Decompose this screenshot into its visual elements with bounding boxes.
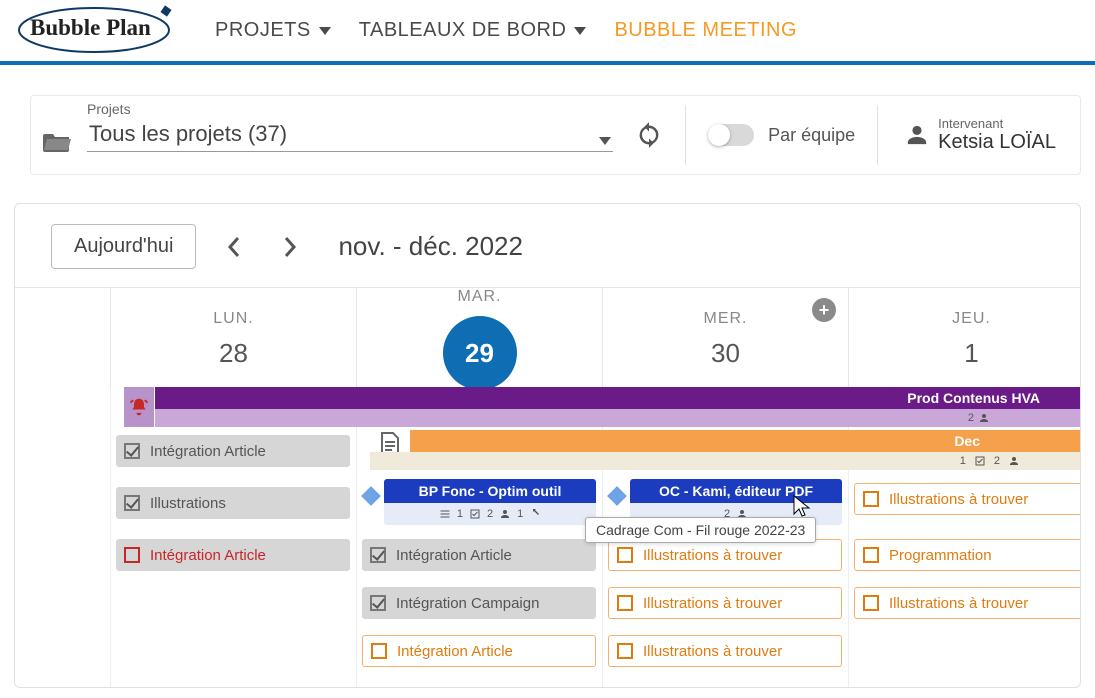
task-label: Illustrations à trouver <box>643 643 782 660</box>
topbar: Bubble Plan PROJETS TABLEAUX DE BORD BUB… <box>0 0 1095 65</box>
checkbox-icon <box>370 547 386 563</box>
day-col-jeu[interactable]: JEU. 1 <box>848 288 1081 390</box>
intervenant-selector[interactable]: Intervenant Ketsia LOÏAL <box>900 116 1056 154</box>
task-label: Illustrations à trouver <box>643 595 782 612</box>
divider <box>685 105 686 165</box>
logo[interactable]: Bubble Plan <box>12 3 187 58</box>
task-card[interactable]: Illustrations à trouver <box>854 587 1081 619</box>
milestone-card[interactable]: BP Fonc - Optim outil 1 2 1 <box>384 479 596 529</box>
refresh-button[interactable] <box>635 121 663 149</box>
nav-tableaux[interactable]: TABLEAUX DE BORD <box>359 19 587 42</box>
checkbox-icon <box>617 595 633 611</box>
checkbox-icon <box>863 491 879 507</box>
today-button[interactable]: Aujourd'hui <box>51 224 196 269</box>
task-label: Intégration Campaign <box>396 595 539 612</box>
milestone-meta: 1 2 1 <box>384 503 596 525</box>
checkbox-icon <box>863 595 879 611</box>
band-purple-meta: 2 <box>155 409 1080 427</box>
tooltip: Cadrage Com - Fil rouge 2022-23 <box>585 517 816 543</box>
calendar-panel: Aujourd'hui nov. - déc. 2022 LUN. 28 MAR… <box>14 203 1081 688</box>
task-card[interactable]: Illustrations à trouver <box>608 635 842 667</box>
day-number: 28 <box>219 338 248 369</box>
task-label: Illustrations à trouver <box>643 547 782 564</box>
checkbox-icon <box>371 643 387 659</box>
team-label: Par équipe <box>768 125 855 146</box>
task-card[interactable]: Intégration Article <box>362 539 596 571</box>
meta-count: 2 <box>968 412 974 424</box>
calendar-body: Prod Contenus HVA 2 Dec 1 2 <box>15 387 1080 688</box>
task-card[interactable]: Illustrations à trouver <box>608 587 842 619</box>
cursor-icon <box>793 495 811 519</box>
task-label: Intégration Article <box>397 643 513 660</box>
band-purple-label: Prod Contenus HVA <box>907 390 1040 406</box>
diamond-icon <box>361 486 381 506</box>
task-card[interactable]: Programmation <box>854 539 1081 571</box>
task-label: Illustrations à trouver <box>889 491 1028 508</box>
calendar-header-row: LUN. 28 MAR. 29 MER. 30 + JEU. 1 <box>15 287 1080 387</box>
nav-meeting[interactable]: BUBBLE MEETING <box>614 19 797 42</box>
checkbox-icon <box>124 443 140 459</box>
alarm-icon[interactable] <box>124 387 154 427</box>
dow-label: LUN. <box>213 310 253 328</box>
project-selector[interactable]: Projets Tous les projets (37) <box>43 119 613 152</box>
task-label: Intégration Article <box>150 443 266 460</box>
nav-projets[interactable]: PROJETS <box>215 19 331 42</box>
day-number: 1 <box>964 338 978 369</box>
project-value: Tous les projets (37) <box>87 119 613 149</box>
logo-text: Bubble Plan <box>30 15 151 41</box>
team-toggle: Par équipe <box>708 124 855 146</box>
dow-label: JEU. <box>952 310 991 328</box>
nav-tableaux-label: TABLEAUX DE BORD <box>359 19 567 42</box>
checkbox-icon <box>863 547 879 563</box>
filter-bar: Projets Tous les projets (37) Par équipe… <box>30 95 1081 175</box>
task-card[interactable]: Intégration Campaign <box>362 587 596 619</box>
day-number-today: 29 <box>443 316 517 390</box>
prev-button[interactable] <box>216 229 252 265</box>
add-button[interactable]: + <box>812 298 836 322</box>
task-label: Illustrations à trouver <box>889 595 1028 612</box>
day-col-mer[interactable]: MER. 30 + <box>602 288 848 390</box>
band-purple[interactable]: Prod Contenus HVA <box>155 387 1080 409</box>
caret-down-icon <box>319 27 331 35</box>
project-label: Projets <box>87 101 131 117</box>
checkbox-icon <box>370 595 386 611</box>
day-number: 30 <box>711 338 740 369</box>
dow-label: MAR. <box>458 288 502 306</box>
caret-down-icon <box>574 27 586 35</box>
user-icon <box>906 124 928 146</box>
calendar-grid: LUN. 28 MAR. 29 MER. 30 + JEU. 1 <box>15 287 1080 688</box>
diamond-icon <box>607 486 627 506</box>
task-card[interactable]: Intégration Article <box>116 435 350 467</box>
nav-projets-label: PROJETS <box>215 19 311 42</box>
period-label: nov. - déc. 2022 <box>338 231 523 262</box>
dow-label: MER. <box>704 310 748 328</box>
checkbox-icon <box>617 547 633 563</box>
intervenant-value: Ketsia LOÏAL <box>938 131 1056 154</box>
day-col-mar[interactable]: MAR. 29 <box>356 288 602 390</box>
dropdown-arrow-icon <box>599 137 611 145</box>
task-card[interactable]: Illustrations à trouver <box>608 539 842 571</box>
calendar-toolbar: Aujourd'hui nov. - déc. 2022 <box>15 224 1080 287</box>
task-label: Intégration Article <box>396 547 512 564</box>
milestone-title: BP Fonc - Optim outil <box>384 479 596 503</box>
task-label: Programmation <box>889 547 992 564</box>
nav-meeting-label: BUBBLE MEETING <box>614 19 797 42</box>
team-switch[interactable] <box>708 124 754 146</box>
divider <box>877 105 878 165</box>
intervenant-label: Intervenant <box>938 116 1056 131</box>
next-button[interactable] <box>272 229 308 265</box>
day-col-lun[interactable]: LUN. 28 <box>110 288 356 390</box>
task-card[interactable]: Illustrations à trouver <box>854 483 1081 515</box>
task-card[interactable]: Intégration Article <box>362 635 596 667</box>
checkbox-icon <box>617 643 633 659</box>
folder-icon <box>43 130 73 152</box>
